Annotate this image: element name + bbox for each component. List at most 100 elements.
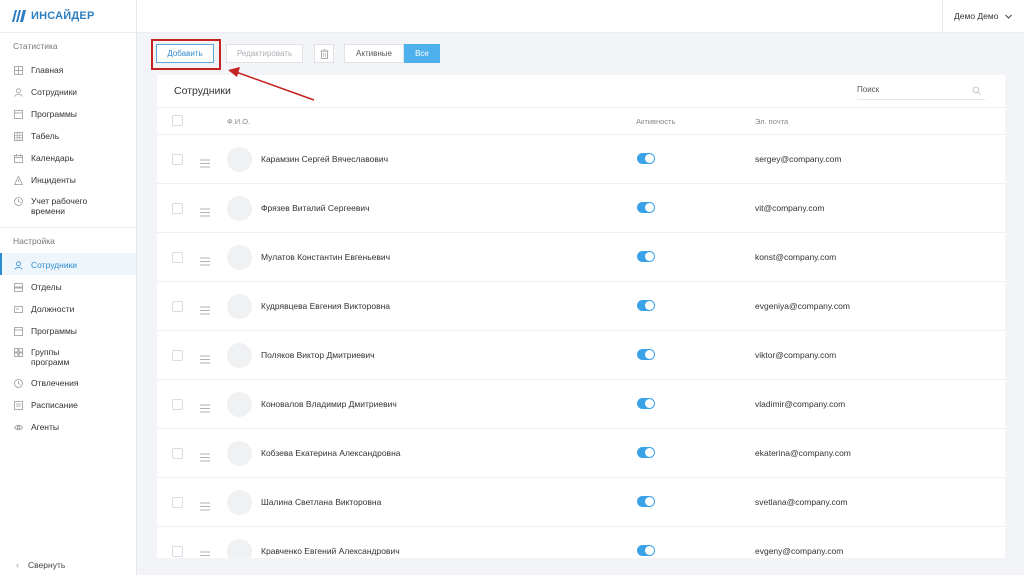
select-all-checkbox[interactable]	[172, 115, 183, 126]
employee-name[interactable]: Фрязев Виталий Сергеевич	[261, 203, 370, 213]
avatar	[227, 196, 252, 221]
activity-toggle[interactable]	[637, 545, 655, 556]
table-row[interactable]: Карамзин Сергей Вячеславович sergey@compa…	[157, 134, 1005, 183]
logo[interactable]: ИНСАЙДЕР	[0, 0, 136, 33]
column-header-activity[interactable]: Активность	[636, 117, 675, 126]
user-menu[interactable]: Демо Демо	[954, 11, 1013, 21]
avatar	[227, 245, 252, 270]
sidebar-item-label: Отвлечения	[31, 378, 79, 388]
table-icon	[14, 132, 23, 141]
sidebar-item-employees-stats[interactable]: Сотрудники	[0, 87, 136, 99]
row-checkbox[interactable]	[172, 546, 183, 557]
activity-toggle[interactable]	[637, 398, 655, 409]
avatar	[227, 539, 252, 558]
drag-handle-icon[interactable]	[200, 204, 210, 217]
employee-name[interactable]: Карамзин Сергей Вячеславович	[261, 154, 388, 164]
activity-toggle[interactable]	[637, 496, 655, 507]
sidebar-item-program-groups[interactable]: Группы программ	[0, 347, 136, 369]
employee-email: svetlana@company.com	[755, 497, 848, 507]
employee-name[interactable]: Поляков Виктор Дмитриевич	[261, 350, 375, 360]
sidebar-item-label: Календарь	[31, 153, 74, 163]
column-header-name[interactable]: Ф.И.О.	[227, 117, 250, 126]
row-checkbox[interactable]	[172, 154, 183, 165]
sidebar-item-label: Учет рабочего времени	[31, 196, 88, 216]
collapse-label: Свернуть	[28, 560, 66, 570]
sidebar-item-incidents[interactable]: Инциденты	[0, 175, 136, 187]
row-checkbox[interactable]	[172, 399, 183, 410]
row-checkbox[interactable]	[172, 448, 183, 459]
edit-button[interactable]: Редактировать	[226, 44, 303, 63]
row-checkbox[interactable]	[172, 203, 183, 214]
sidebar-item-label: Программы	[31, 109, 77, 119]
grid-icon	[14, 348, 23, 357]
table-row[interactable]: Кобзева Екатерина Александровна ekaterina…	[157, 428, 1005, 477]
row-checkbox[interactable]	[172, 350, 183, 361]
activity-toggle[interactable]	[637, 202, 655, 213]
employee-name[interactable]: Коновалов Владимир Дмитриевич	[261, 399, 397, 409]
sidebar-item-calendar[interactable]: Календарь	[0, 153, 136, 165]
row-checkbox[interactable]	[172, 497, 183, 508]
dashboard-icon	[14, 66, 23, 75]
avatar	[227, 441, 252, 466]
table-row[interactable]: Кудрявцева Евгения Викторовна evgeniya@co…	[157, 281, 1005, 330]
drag-handle-icon[interactable]	[200, 351, 210, 364]
employee-name[interactable]: Шалина Светлана Викторовна	[261, 497, 381, 507]
employee-email: konst@company.com	[755, 252, 837, 262]
avatar	[227, 343, 252, 368]
table-row[interactable]: Коновалов Владимир Дмитриевич vladimir@co…	[157, 379, 1005, 428]
sidebar-item-label: Сотрудники	[31, 87, 78, 97]
activity-toggle[interactable]	[637, 447, 655, 458]
sidebar-item-label: Расписание	[31, 400, 78, 410]
sidebar-item-timesheet[interactable]: Табель	[0, 131, 136, 143]
sidebar-item-dashboard[interactable]: Главная	[0, 65, 136, 77]
drag-handle-icon[interactable]	[200, 302, 210, 315]
activity-toggle[interactable]	[637, 153, 655, 164]
drag-handle-icon[interactable]	[200, 155, 210, 168]
row-checkbox[interactable]	[172, 252, 183, 263]
table-row[interactable]: Шалина Светлана Викторовна svetlana@compa…	[157, 477, 1005, 526]
employee-name[interactable]: Мулатов Константин Евгеньевич	[261, 252, 390, 262]
sidebar-item-schedule[interactable]: Расписание	[0, 400, 136, 412]
filter-all-button[interactable]: Все	[404, 44, 440, 63]
avatar	[227, 490, 252, 515]
drag-handle-icon[interactable]	[200, 547, 210, 556]
table-row[interactable]: Мулатов Константин Евгеньевич konst@compa…	[157, 232, 1005, 281]
activity-toggle[interactable]	[637, 300, 655, 311]
avatar	[227, 147, 252, 172]
row-checkbox[interactable]	[172, 301, 183, 312]
employee-name[interactable]: Кобзева Екатерина Александровна	[261, 448, 401, 458]
filter-active-button[interactable]: Активные	[344, 44, 404, 63]
sidebar-item-programs-stats[interactable]: Программы	[0, 109, 136, 121]
sidebar-item-positions[interactable]: Должности	[0, 304, 136, 316]
delete-button[interactable]	[314, 44, 334, 63]
sidebar-item-worktime[interactable]: Учет рабочего времени	[0, 196, 136, 218]
trash-icon	[320, 48, 328, 59]
employee-name[interactable]: Кравченко Евгений Александрович	[261, 546, 400, 556]
activity-toggle[interactable]	[637, 349, 655, 360]
table-row[interactable]: Поляков Виктор Дмитриевич viktor@company.…	[157, 330, 1005, 379]
programs-icon	[14, 110, 23, 119]
sidebar-item-agents[interactable]: Агенты	[0, 422, 136, 434]
table-row[interactable]: Фрязев Виталий Сергеевич vit@company.com	[157, 183, 1005, 232]
activity-toggle[interactable]	[637, 251, 655, 262]
collapse-sidebar-button[interactable]: ‹ Свернуть	[16, 560, 65, 570]
annotation-highlight-box	[151, 39, 221, 70]
search-input[interactable]: Поиск	[857, 83, 985, 100]
search-placeholder: Поиск	[857, 85, 880, 94]
user-divider	[942, 0, 943, 33]
schedule-icon	[14, 401, 23, 410]
sidebar-item-programs[interactable]: Программы	[0, 326, 136, 338]
drag-handle-icon[interactable]	[200, 400, 210, 413]
warning-icon	[14, 176, 23, 185]
employee-name[interactable]: Кудрявцева Евгения Викторовна	[261, 301, 390, 311]
sidebar-item-departments[interactable]: Отделы	[0, 282, 136, 294]
drag-handle-icon[interactable]	[200, 498, 210, 511]
sidebar-item-distractions[interactable]: Отвлечения	[0, 378, 136, 390]
column-header-email[interactable]: Эл. почта	[755, 117, 788, 126]
sidebar-item-label: Отделы	[31, 282, 62, 292]
drag-handle-icon[interactable]	[200, 449, 210, 462]
sidebar-item-employees[interactable]: Сотрудники	[0, 253, 136, 275]
drag-handle-icon[interactable]	[200, 253, 210, 266]
table-row[interactable]: Кравченко Евгений Александрович evgeny@co…	[157, 526, 1005, 558]
eye-icon	[14, 424, 23, 431]
